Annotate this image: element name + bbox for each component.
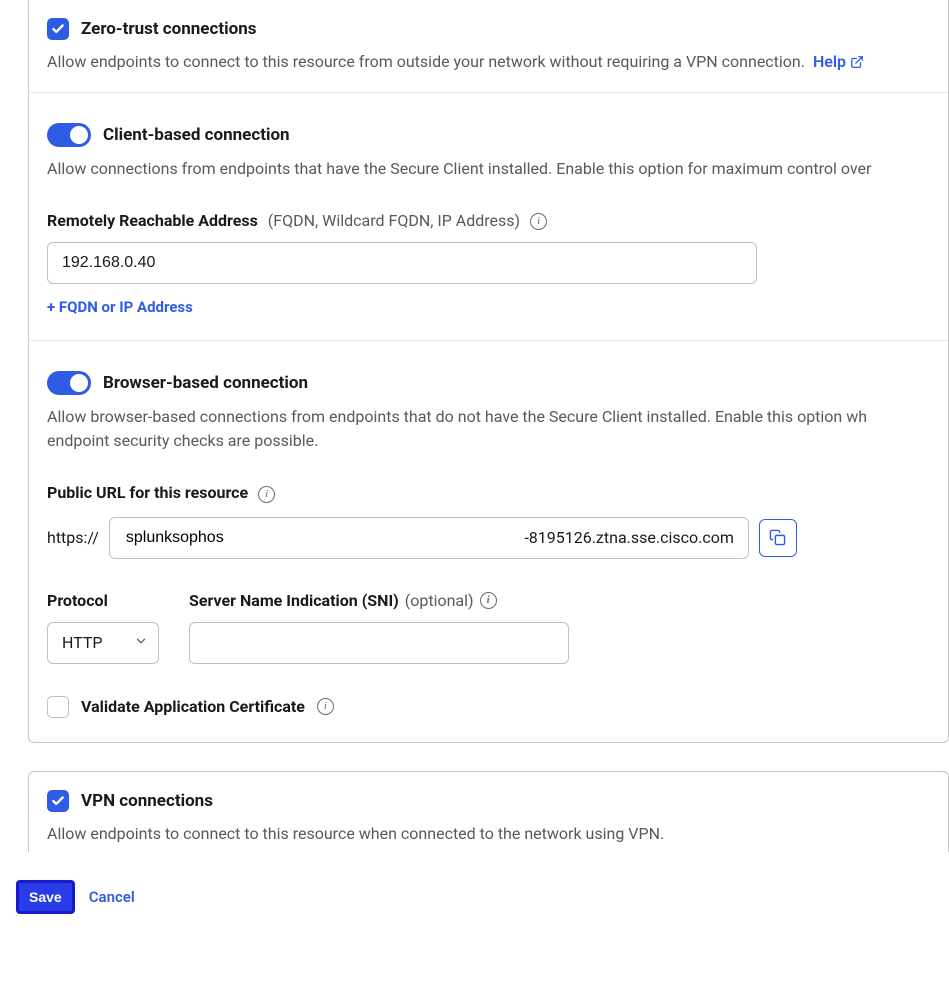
public-url-row: https:// -8195126.ztna.sse.cisco.com <box>47 517 930 559</box>
vpn-desc: Allow endpoints to connect to this resou… <box>47 822 930 846</box>
vpn-header: VPN connections Allow endpoints to conne… <box>29 772 948 852</box>
public-url-label-row: Public URL for this resource i <box>47 483 930 502</box>
zero-trust-title: Zero-trust connections <box>81 19 256 39</box>
info-icon[interactable]: i <box>480 592 497 609</box>
remote-address-label-row: Remotely Reachable Address (FQDN, Wildca… <box>47 211 930 230</box>
info-icon[interactable]: i <box>317 698 334 715</box>
client-connection-title: Client-based connection <box>103 125 290 145</box>
public-url-suffix: -8195126.ztna.sse.cisco.com <box>524 528 734 547</box>
help-link-label: Help <box>813 50 846 74</box>
public-url-label: Public URL for this resource <box>47 483 248 502</box>
remote-address-hint: (FQDN, Wildcard FQDN, IP Address) <box>268 211 520 230</box>
protocol-column: Protocol HTTP <box>47 591 159 664</box>
sni-input[interactable] <box>189 622 569 664</box>
sni-optional: (optional) <box>405 591 474 610</box>
public-url-field[interactable]: -8195126.ztna.sse.cisco.com <box>109 517 749 559</box>
validate-cert-label: Validate Application Certificate <box>81 697 305 716</box>
client-connection-toggle[interactable] <box>47 123 91 147</box>
zero-trust-desc: Allow endpoints to connect to this resou… <box>47 50 930 74</box>
copy-url-button[interactable] <box>759 519 797 557</box>
zero-trust-card: Zero-trust connections Allow endpoints t… <box>28 0 949 743</box>
public-url-input[interactable] <box>124 528 524 548</box>
add-fqdn-button[interactable]: + FQDN or IP Address <box>47 298 193 316</box>
cancel-button[interactable]: Cancel <box>89 888 135 906</box>
info-icon[interactable]: i <box>258 486 275 503</box>
remote-address-input[interactable] <box>47 242 757 284</box>
url-scheme: https:// <box>47 528 99 547</box>
vpn-checkbox[interactable] <box>47 790 69 812</box>
save-button[interactable]: Save <box>16 880 75 914</box>
protocol-select[interactable]: HTTP <box>47 622 159 664</box>
zero-trust-header: Zero-trust connections Allow endpoints t… <box>29 0 948 93</box>
vpn-title: VPN connections <box>81 791 213 811</box>
zero-trust-desc-text: Allow endpoints to connect to this resou… <box>47 52 805 71</box>
chevron-down-icon <box>134 633 148 652</box>
protocol-value: HTTP <box>62 633 103 652</box>
protocol-sni-row: Protocol HTTP Server Name Indication (SN… <box>47 591 930 664</box>
protocol-label: Protocol <box>47 591 159 610</box>
validate-cert-row: Validate Application Certificate i <box>47 696 930 718</box>
sni-column: Server Name Indication (SNI) (optional) … <box>189 591 569 664</box>
copy-icon <box>769 529 786 546</box>
sni-label-row: Server Name Indication (SNI) (optional) … <box>189 591 569 610</box>
browser-connection-toggle[interactable] <box>47 371 91 395</box>
help-link[interactable]: Help <box>813 50 864 74</box>
browser-connection-section: Browser-based connection Allow browser-b… <box>29 341 948 741</box>
footer-actions: Save Cancel <box>0 880 949 924</box>
client-connection-desc: Allow connections from endpoints that ha… <box>47 157 930 181</box>
vpn-card: VPN connections Allow endpoints to conne… <box>28 771 949 852</box>
browser-connection-desc: Allow browser-based connections from end… <box>47 405 930 453</box>
external-link-icon <box>850 55 864 69</box>
client-connection-section: Client-based connection Allow connection… <box>29 93 948 341</box>
zero-trust-checkbox[interactable] <box>47 18 69 40</box>
info-icon[interactable]: i <box>530 213 547 230</box>
remote-address-label: Remotely Reachable Address <box>47 211 258 230</box>
sni-label: Server Name Indication (SNI) <box>189 591 399 610</box>
browser-connection-title: Browser-based connection <box>103 373 308 393</box>
validate-cert-checkbox[interactable] <box>47 696 69 718</box>
